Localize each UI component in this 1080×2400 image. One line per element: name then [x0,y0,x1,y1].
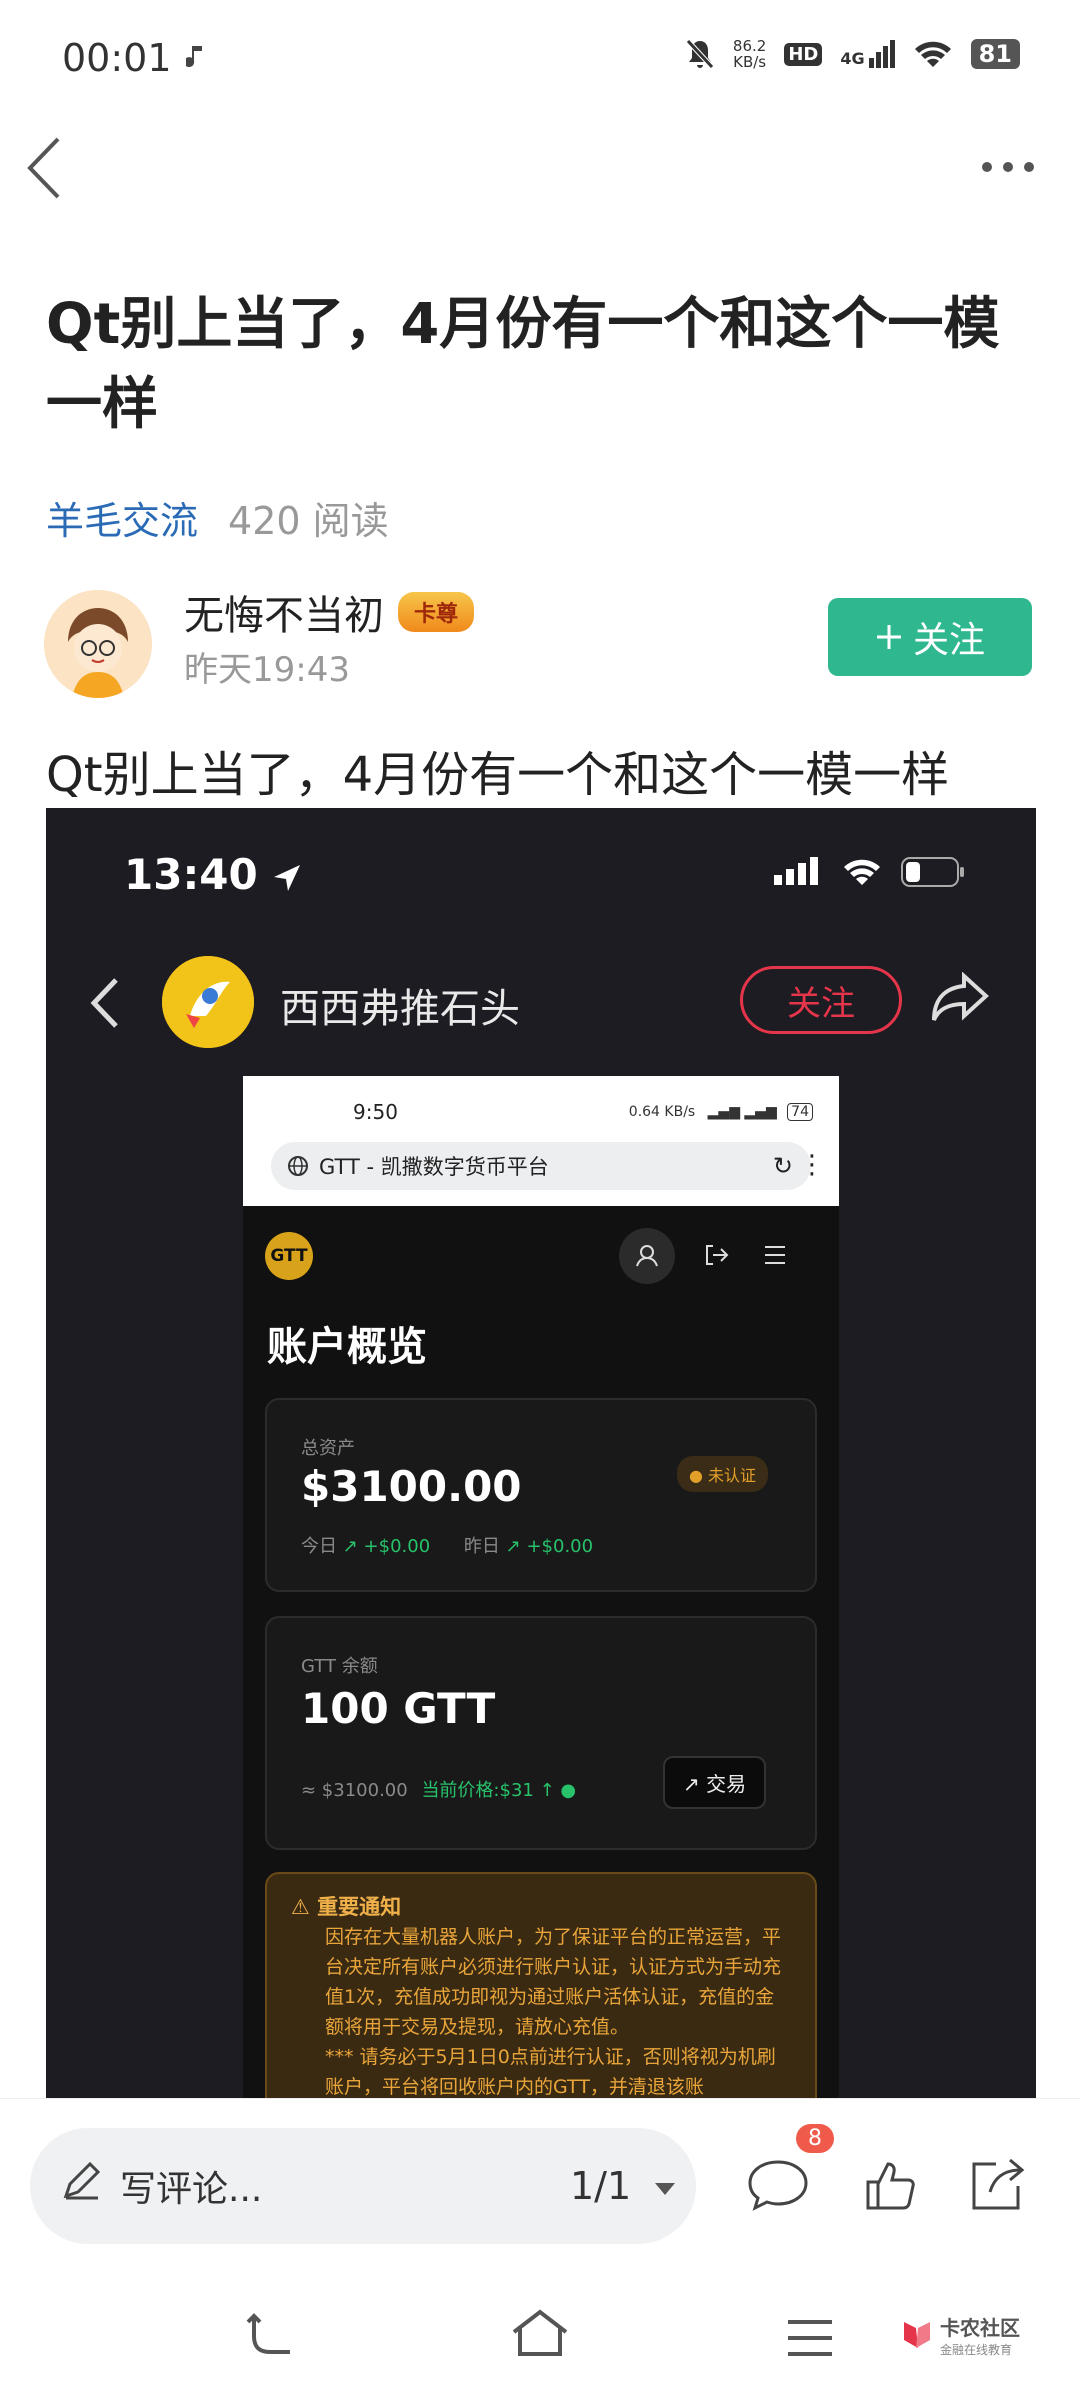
status-icons: 86.2 KB/s HD 4G 81 [685,38,1020,70]
user-icon [619,1228,675,1284]
battery-icon: 81 [970,39,1020,69]
comment-count-badge: 8 [796,2124,834,2153]
net-speed: 86.2 KB/s [732,37,767,71]
globe-icon [288,1156,308,1176]
channel-name: 西西弗推石头 [280,986,520,1032]
comment-placeholder: 写评论... [120,2169,263,2210]
author-name-row: 无悔不当初 卡尊 [184,583,475,641]
pen-icon [62,2162,100,2200]
page-indicator[interactable]: 1/1 [570,2164,677,2208]
music-note-icon [186,44,206,70]
inner-url-bar: GTT - 凯撒数字货币平台 ↻ [271,1142,811,1190]
inner-browser-top: 9:50 0.64 KB/s ▂▄▆ ▂▄▆ 74 GTT - 凯撒数字货币平台… [243,1076,839,1206]
reload-icon: ↻ [772,1152,793,1180]
comment-icon[interactable] [746,2156,810,2214]
read-count: 420 阅读 [228,499,389,543]
logout-icon [703,1242,729,1268]
notice-text: 因存在大量机器人账户，为了保证平台的正常运营，平台决定所有账户必须进行账户认证，… [325,1926,782,2038]
wifi-icon [914,41,951,67]
status-time: 00:01 [62,36,172,80]
notice-title: ⚠ 重要通知 [291,1895,402,1919]
post-image[interactable]: 13:40 西西弗推石头 关注 9:50 0.64 KB/s ▂▄▆ ▂▄▆ 7… [46,808,1036,2098]
nav-home-icon[interactable] [510,2308,570,2358]
share-arrow-icon [930,972,990,1024]
follow-button[interactable]: 关注 [828,598,1032,676]
vip-badge: 卡尊 [398,592,475,632]
avatar[interactable] [44,590,152,698]
total-assets-value: $3100.00 [301,1462,522,1511]
mute-bell-icon [686,39,714,69]
kanong-logo-icon [904,2322,930,2348]
inner-phone-screenshot: 9:50 0.64 KB/s ▂▄▆ ▂▄▆ 74 GTT - 凯撒数字货币平台… [243,1076,839,2098]
caret-down-icon [655,2182,676,2195]
more-icon[interactable] [980,160,1036,174]
kebab-icon: ⋮ [799,1150,825,1180]
total-assets-card: 总资产 $3100.00 ● 未认证 今日 ↗ +$0.00 昨日 ↗ +$0.… [265,1398,817,1592]
post-body: Qt别上当了，4月份有一个和这个一模一样 [46,747,950,803]
back-icon[interactable] [24,135,64,201]
price-line: ≈ $3100.00 当前价格:$31 ↑ ● [301,1780,577,1801]
watermark-logo: 卡农社区 金融在线教育 [900,2312,1020,2358]
inner-time: 9:50 [353,1100,398,1124]
share-icon[interactable] [968,2156,1026,2214]
nav-back-icon[interactable] [244,2312,296,2358]
hd-badge: HD [784,42,823,66]
embedded-follow-button: 关注 [740,966,902,1034]
location-arrow-icon [274,864,301,891]
gtt-balance-card: GTT 余额 100 GTT ≈ $3100.00 当前价格:$31 ↑ ● ↗… [265,1616,817,1850]
balance-label: GTT 余额 [301,1656,378,1677]
plus-icon [876,625,901,649]
balance-value: 100 GTT [301,1684,496,1733]
daily-change: 今日 ↗ +$0.00 昨日 ↗ +$0.00 [301,1536,594,1557]
trade-button: ↗ 交易 [663,1756,767,1809]
embedded-status-icons [774,856,966,888]
nav-menu-icon[interactable] [786,2318,834,2358]
post-meta: 羊毛交流 420 阅读 [46,490,389,545]
embedded-time: 13:40 [124,850,302,899]
category-link[interactable]: 羊毛交流 [46,490,198,545]
signal-icon: 4G [840,40,895,68]
important-notice: ⚠ 重要通知 因存在大量机器人账户，为了保证平台的正常运营，平台决定所有账户必须… [265,1872,817,2098]
author-name[interactable]: 无悔不当初 [184,583,384,641]
embedded-back-icon [90,976,120,1030]
total-assets-label: 总资产 [301,1438,355,1459]
unverified-badge: ● 未认证 [677,1456,769,1492]
account-overview-title: 账户概览 [267,1324,427,1370]
channel-avatar [162,956,254,1048]
inner-status: 0.64 KB/s ▂▄▆ ▂▄▆ 74 [629,1103,813,1121]
menu-icon [763,1244,787,1266]
post-title: Qt别上当了，4月份有一个和这个一模一样 [46,292,1000,437]
like-icon[interactable] [864,2158,918,2212]
post-time: 昨天19:43 [184,650,350,690]
notice-text-2: *** 请务必于5月1日0点前进行认证，否则将视为机刷账户，平台将回收账户内的G… [325,2046,776,2098]
gtt-logo: GTT [265,1232,313,1280]
